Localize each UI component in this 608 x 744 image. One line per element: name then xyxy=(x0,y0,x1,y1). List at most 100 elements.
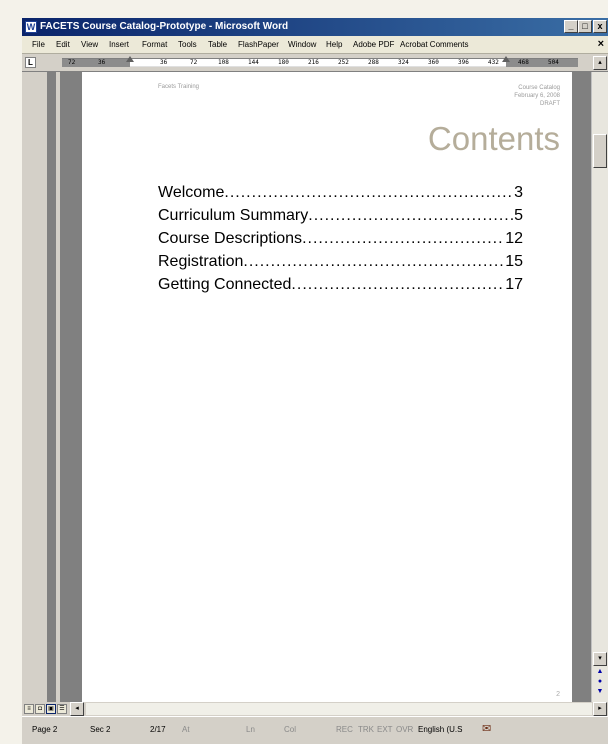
document-area[interactable]: Facets Training Course Catalog February … xyxy=(60,72,591,702)
toc-entry-label: Getting Connected xyxy=(158,276,292,293)
toc-entry-page: 3 xyxy=(514,184,523,201)
status-bar: Page 2 Sec 2 2/17 At Ln Col REC TRK EXT … xyxy=(22,716,608,744)
vertical-ruler xyxy=(44,72,60,702)
toc-leader-dots: ........................................… xyxy=(302,230,505,247)
document-page[interactable]: Facets Training Course Catalog February … xyxy=(82,72,572,702)
toc-entry-label: Curriculum Summary xyxy=(158,207,309,224)
horizontal-scrollbar: ≡ ◘ ▣ ☰ ◂ ▸ xyxy=(22,702,608,716)
close-button[interactable]: x xyxy=(593,20,607,33)
menu-flashpaper[interactable]: FlashPaper xyxy=(238,40,279,49)
status-col: Col xyxy=(284,725,297,734)
print-layout-icon[interactable]: ▣ xyxy=(46,704,56,714)
toc-entry-label: Course Descriptions xyxy=(158,230,303,247)
tab-selector[interactable]: L xyxy=(25,57,36,68)
status-at: At xyxy=(182,725,190,734)
vertical-scrollbar[interactable]: ▾ ▲ ● ▼ xyxy=(591,72,608,702)
toc-leader-dots: ........................................… xyxy=(308,207,514,224)
left-indent-marker[interactable] xyxy=(126,56,134,62)
header-date: February 6, 2008 xyxy=(514,93,560,99)
ruler-tick: 72 xyxy=(190,59,198,66)
web-layout-icon[interactable]: ◘ xyxy=(35,704,45,714)
menu-bar: File Edit View Insert Format Tools Table… xyxy=(22,36,608,54)
ruler-tick: 360 xyxy=(428,59,439,66)
view-ruler-icon[interactable]: ▴ xyxy=(593,56,607,70)
ruler-tick: 504 xyxy=(548,59,559,66)
ruler-tick: 144 xyxy=(248,59,259,66)
menu-help[interactable]: Help xyxy=(326,40,342,49)
status-page: Page 2 xyxy=(32,725,58,734)
toc-entry-page: 12 xyxy=(505,230,523,247)
menu-edit[interactable]: Edit xyxy=(56,40,70,49)
status-rec[interactable]: REC xyxy=(336,725,353,734)
header-course-catalog: Course Catalog xyxy=(518,85,560,91)
close-document-icon[interactable]: × xyxy=(598,38,604,50)
menu-file[interactable]: File xyxy=(32,40,45,49)
normal-view-icon[interactable]: ≡ xyxy=(24,704,34,714)
status-ovr[interactable]: OVR xyxy=(396,725,413,734)
status-section: Sec 2 xyxy=(90,725,111,734)
menu-view[interactable]: View xyxy=(81,40,98,49)
ruler-tick: 432 xyxy=(488,59,499,66)
select-browse-object-icon[interactable]: ● xyxy=(595,678,605,686)
word-window: W FACETS Course Catalog-Prototype - Micr… xyxy=(22,18,608,744)
toc-entry[interactable]: Course Descriptions ....................… xyxy=(158,230,523,253)
ruler-tick: 468 xyxy=(518,59,529,66)
next-page-icon[interactable]: ▼ xyxy=(595,688,605,696)
toc-leader-dots: ........................................… xyxy=(224,184,514,201)
header-draft: DRAFT xyxy=(540,101,560,107)
outline-view-icon[interactable]: ☰ xyxy=(57,704,67,714)
toc-entry[interactable]: Curriculum Summary .....................… xyxy=(158,207,523,230)
header-left-text: Facets Training xyxy=(158,84,200,90)
scroll-down-icon[interactable]: ▾ xyxy=(593,652,607,666)
toc-entry-label: Registration xyxy=(158,253,244,270)
ruler-strip[interactable]: 72 36 36 72 108 144 180 216 252 288 324 … xyxy=(62,58,578,67)
menu-adobe-pdf[interactable]: Adobe PDF xyxy=(353,40,394,49)
word-app-icon[interactable]: W xyxy=(25,21,37,33)
toc-entry-page: 17 xyxy=(505,276,523,293)
ruler-tick: 36 xyxy=(98,59,106,66)
contents-heading: Contents xyxy=(427,120,560,157)
ruler-tick: 72 xyxy=(68,59,76,66)
toc-entry-page: 5 xyxy=(514,207,523,224)
ruler-tick: 324 xyxy=(398,59,409,66)
ruler-tick: 288 xyxy=(368,59,379,66)
menu-format[interactable]: Format xyxy=(142,40,167,49)
scroll-left-icon[interactable]: ◂ xyxy=(70,702,84,716)
ruler-right-margin xyxy=(506,59,578,67)
status-trk[interactable]: TRK xyxy=(358,725,374,734)
header-right-block: Course Catalog February 6, 2008 DRAFT xyxy=(514,84,560,108)
table-of-contents: Welcome ................................… xyxy=(158,184,523,299)
status-page-count: 2/17 xyxy=(150,725,166,734)
menu-insert[interactable]: Insert xyxy=(109,40,129,49)
previous-page-icon[interactable]: ▲ xyxy=(595,668,605,676)
ruler-tick: 108 xyxy=(218,59,229,66)
menu-acrobat-comments[interactable]: Acrobat Comments xyxy=(400,40,468,49)
ruler-tick: 36 xyxy=(160,59,168,66)
menu-window[interactable]: Window xyxy=(288,40,316,49)
ruler-tick: 396 xyxy=(458,59,469,66)
vertical-ruler-strip[interactable] xyxy=(47,72,56,702)
ruler-tick: 252 xyxy=(338,59,349,66)
toc-entry[interactable]: Registration ...........................… xyxy=(158,253,523,276)
title-bar: W FACETS Course Catalog-Prototype - Micr… xyxy=(22,18,608,36)
window-title: FACETS Course Catalog-Prototype - Micros… xyxy=(40,21,289,32)
toc-entry[interactable]: Getting Connected ......................… xyxy=(158,276,523,299)
toc-entry[interactable]: Welcome ................................… xyxy=(158,184,523,207)
menu-tools[interactable]: Tools xyxy=(178,40,197,49)
vertical-scroll-thumb[interactable] xyxy=(593,134,607,168)
toc-entry-page: 15 xyxy=(505,253,523,270)
toc-leader-dots: ........................................… xyxy=(291,276,505,293)
menu-table[interactable]: Table xyxy=(208,40,227,49)
toc-leader-dots: ........................................… xyxy=(243,253,505,270)
toc-entry-label: Welcome xyxy=(158,184,225,201)
horizontal-ruler: L 72 36 36 72 108 144 180 216 252 288 32… xyxy=(22,54,608,72)
spelling-check-icon[interactable]: ✉ xyxy=(482,722,491,735)
restore-button[interactable]: □ xyxy=(578,20,592,33)
minimize-button[interactable]: _ xyxy=(564,20,578,33)
status-ext[interactable]: EXT xyxy=(377,725,393,734)
scroll-right-icon[interactable]: ▸ xyxy=(593,702,607,716)
horizontal-scroll-track[interactable] xyxy=(86,703,592,715)
right-indent-marker[interactable] xyxy=(502,56,510,62)
status-language[interactable]: English (U.S xyxy=(418,725,462,734)
ruler-tick: 216 xyxy=(308,59,319,66)
